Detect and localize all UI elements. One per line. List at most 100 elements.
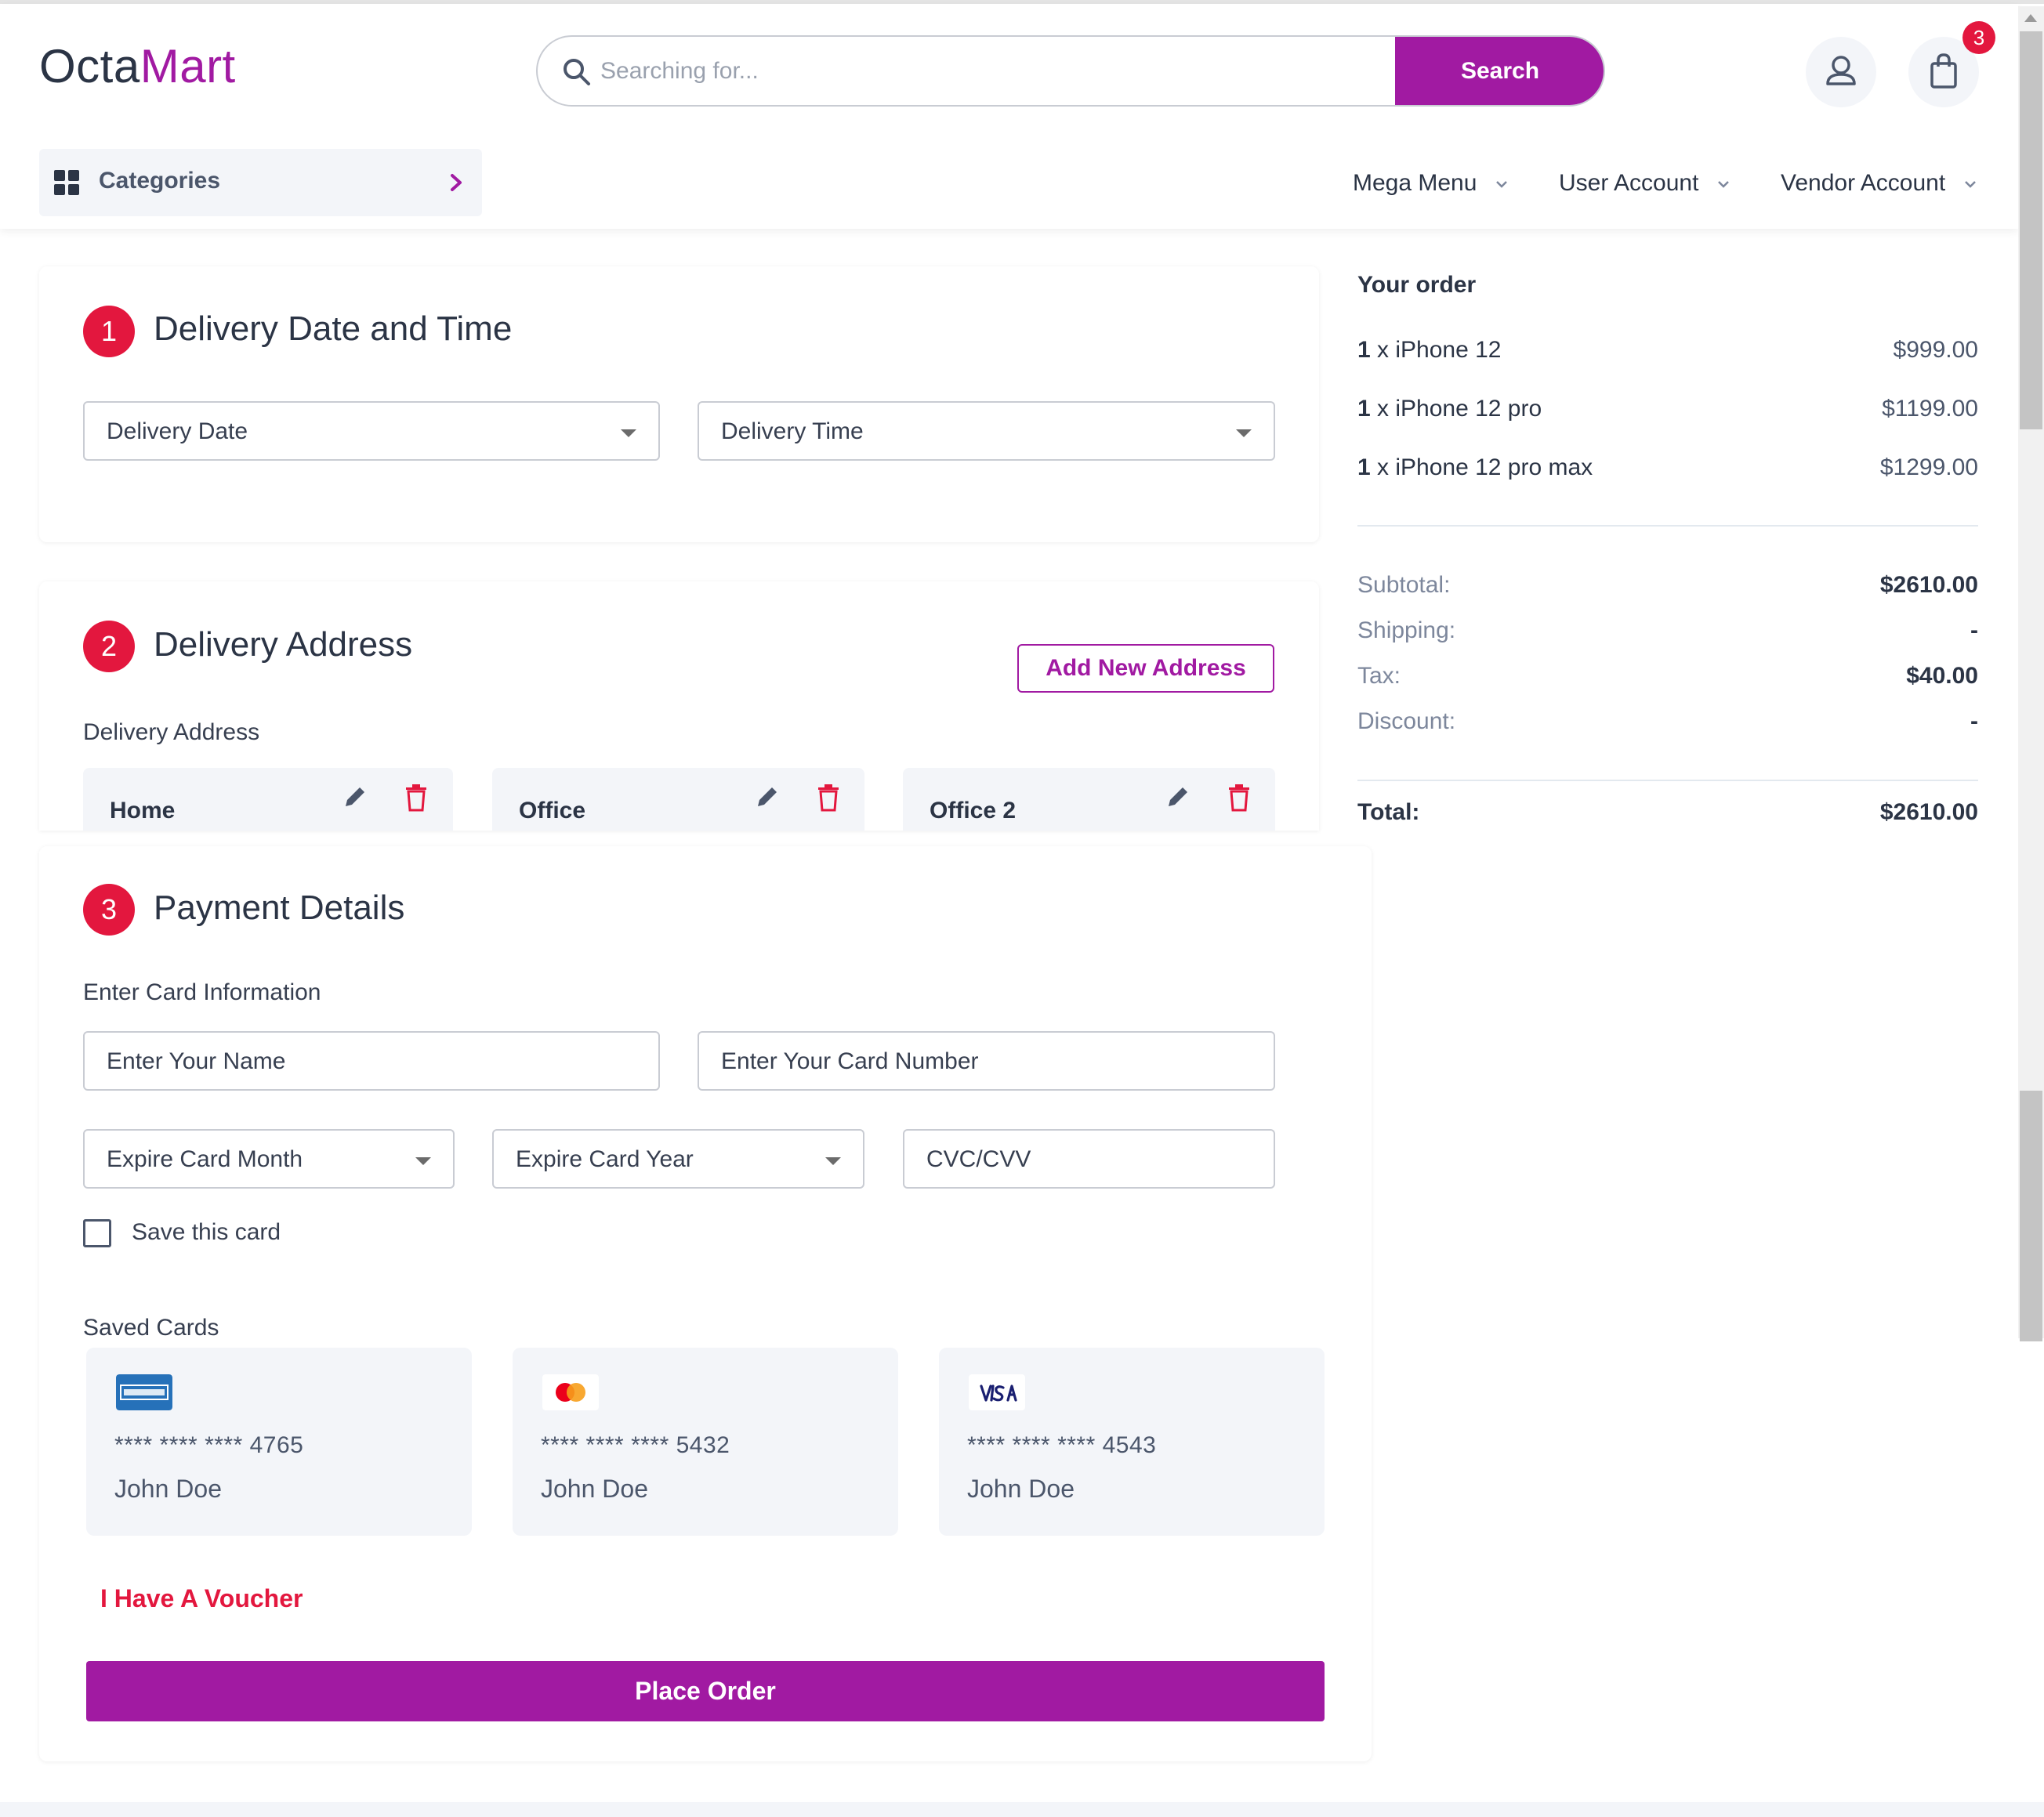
pencil-icon[interactable] [1165,784,1191,810]
user-icon [1826,56,1856,85]
grid-icon [54,170,79,195]
nav-user-account-label: User Account [1559,170,1699,196]
saved-card-visa[interactable]: **** **** **** 4543 John Doe [939,1348,1325,1536]
divider [1357,525,1978,527]
caret-down-icon [415,1157,431,1165]
save-card-label: Save this card [132,1219,281,1245]
order-item-price: $1199.00 [1882,396,1978,422]
trash-icon[interactable] [817,784,840,812]
card-number: **** **** **** 4765 [114,1432,304,1458]
chevron-down-icon [1495,181,1507,188]
address-name: Office [519,798,586,823]
site-logo[interactable]: OctaMart [39,39,236,93]
shipping-label: Shipping: [1357,617,1456,643]
total-label: Total: [1357,799,1420,825]
card-name-placeholder: Enter Your Name [107,1048,286,1074]
pencil-icon[interactable] [342,784,368,810]
order-title: Your order [1357,272,1477,298]
card-number-input[interactable]: Enter Your Card Number [698,1031,1275,1091]
logo-text-accent: Mart [140,40,236,92]
order-item: 1 x iPhone 12 pro max [1357,454,1593,481]
expire-month-select[interactable]: Expire Card Month [83,1129,455,1189]
mastercard-logo-icon [542,1374,599,1410]
cvc-placeholder: CVC/CVV [926,1146,1031,1172]
address-name: Office 2 [930,798,1017,823]
order-item: 1 x iPhone 12 [1357,337,1501,364]
caret-down-icon [825,1157,841,1165]
saved-card-mastercard[interactable]: **** **** **** 5432 John Doe [513,1348,898,1536]
total-value: $2610.00 [1879,799,1978,825]
cvc-input[interactable]: CVC/CVV [903,1129,1275,1189]
search-icon [564,59,590,85]
save-card-checkbox[interactable] [83,1219,111,1247]
page: OctaMart Search 3 [0,0,2044,1817]
trash-icon[interactable] [1227,784,1251,812]
order-item: 1 x iPhone 12 pro [1357,396,1542,422]
step-badge: 3 [83,884,135,936]
saved-cards-label: Saved Cards [83,1315,219,1341]
categories-label: Categories [99,168,221,194]
step-badge: 1 [83,306,135,357]
expire-year-label: Expire Card Year [516,1146,694,1172]
categories-dropdown[interactable]: Categories [39,149,482,216]
delivery-address-card: 2 Delivery Address Add New Address Deliv… [39,581,1319,831]
address-name: Home [110,798,176,823]
search-bar: Search [536,35,1605,107]
payment-details-card: 3 Payment Details Enter Card Information… [39,846,1372,1761]
search-input[interactable] [600,37,1384,105]
expire-month-label: Expire Card Month [107,1146,303,1172]
scrollbar-thumb-lower[interactable] [2020,1091,2042,1341]
tax-value: $40.00 [1906,663,1978,689]
step-badge: 2 [83,621,135,672]
delivery-address-label: Delivery Address [83,719,260,745]
shipping-value: - [1970,617,1978,643]
logo-text-primary: Octa [39,40,140,92]
card-number: **** **** **** 5432 [541,1432,730,1458]
saved-card-amex[interactable]: **** **** **** 4765 John Doe [86,1348,472,1536]
scrollbar-thumb[interactable] [2020,31,2042,429]
place-order-button[interactable]: Place Order [86,1661,1325,1721]
cart-count-badge: 3 [1962,21,1995,54]
card-holder: John Doe [967,1475,1075,1503]
discount-label: Discount: [1357,708,1456,734]
card-number-placeholder: Enter Your Card Number [721,1048,979,1074]
voucher-link[interactable]: I Have A Voucher [100,1584,303,1613]
delivery-date-select[interactable]: Delivery Date [83,401,660,461]
order-item-name: x iPhone 12 [1370,337,1502,363]
address-card-office[interactable]: Office [492,768,864,831]
address-card-home[interactable]: Home [83,768,453,831]
search-button[interactable]: Search [1395,37,1604,105]
nav-user-account[interactable]: User Account [1559,170,1731,197]
nav-mega-menu-label: Mega Menu [1353,170,1477,196]
add-new-address-button[interactable]: Add New Address [1017,644,1274,693]
pencil-icon[interactable] [754,784,781,810]
visa-logo-icon [969,1374,1025,1410]
nav-vendor-account-label: Vendor Account [1781,170,1946,196]
trash-icon[interactable] [404,784,428,812]
section-title: Payment Details [154,889,405,927]
tax-label: Tax: [1357,663,1401,689]
site-header: OctaMart Search 3 [0,4,2018,229]
delivery-date-label: Delivery Date [107,418,248,444]
delivery-time-select[interactable]: Delivery Time [698,401,1275,461]
nav-vendor-account[interactable]: Vendor Account [1781,170,1977,197]
chevron-down-icon [1964,181,1976,188]
card-holder: John Doe [114,1475,222,1503]
order-item-price: $1299.00 [1879,454,1978,480]
page-footer-strip [0,1802,2044,1817]
subtotal-label: Subtotal: [1357,572,1451,598]
card-number: **** **** **** 4543 [967,1432,1157,1458]
user-account-button[interactable] [1806,37,1876,107]
order-item-qty: 1 [1357,396,1371,422]
delivery-time-card: 1 Delivery Date and Time Delivery Date D… [39,266,1319,542]
caret-down-icon [621,429,636,437]
nav-mega-menu[interactable]: Mega Menu [1353,170,1509,197]
card-name-input[interactable]: Enter Your Name [83,1031,660,1091]
scroll-up-arrow-icon[interactable] [2024,14,2037,22]
chevron-down-icon [1717,181,1729,188]
expire-year-select[interactable]: Expire Card Year [492,1129,864,1189]
order-item-price: $999.00 [1893,337,1978,363]
address-card-office-2[interactable]: Office 2 [903,768,1275,831]
order-item-name: x iPhone 12 pro [1370,396,1542,422]
card-holder: John Doe [541,1475,648,1503]
